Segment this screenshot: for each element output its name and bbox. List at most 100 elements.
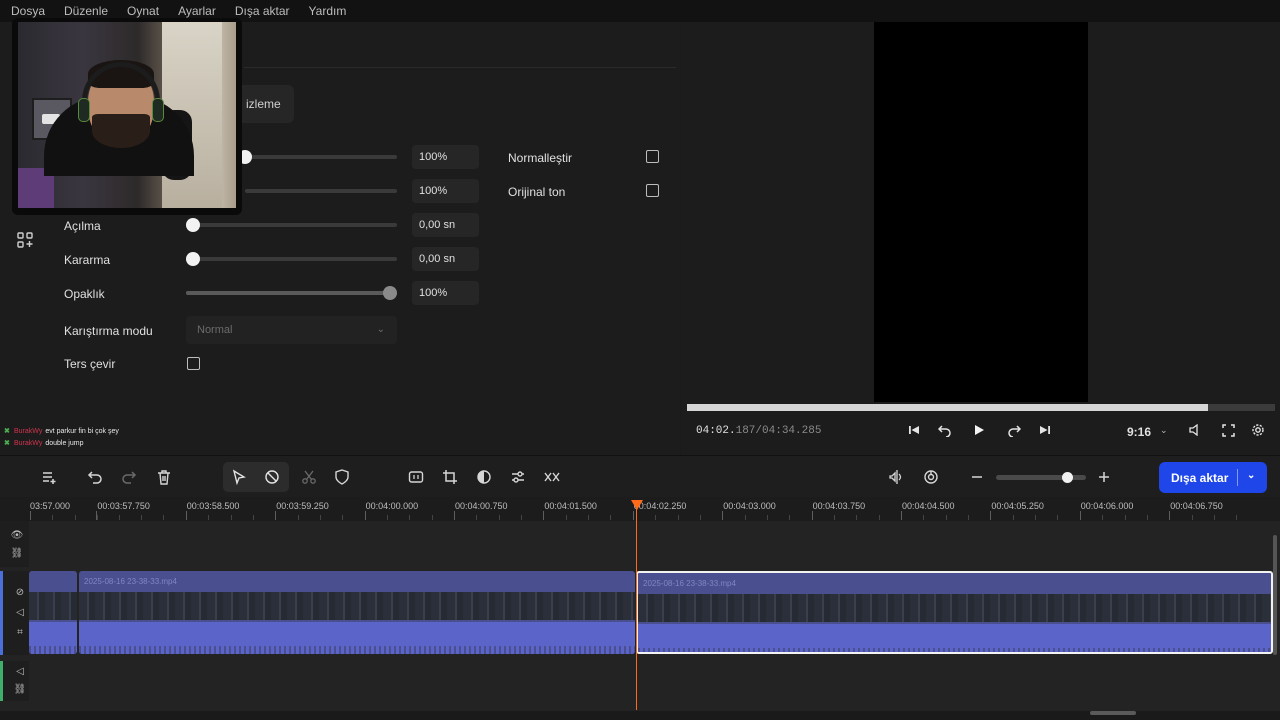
zoom-in-icon[interactable] (1095, 468, 1113, 486)
timeline-clip-selected[interactable]: 2025-08-16 23-38-33.mp4 (636, 571, 1273, 654)
chat-badge-icon: ✖ (4, 440, 10, 447)
blend-mode-select[interactable]: Normal ⌄ (186, 316, 397, 344)
ruler-minor-tick (74, 515, 76, 520)
original-tone-checkbox[interactable] (646, 184, 659, 197)
undo-step-icon[interactable] (937, 422, 953, 438)
add-track-icon[interactable] (40, 468, 58, 486)
chevron-down-icon[interactable]: ⌄ (1160, 425, 1168, 436)
speaker-icon[interactable]: ◁ (14, 606, 26, 618)
ruler-minor-tick (52, 515, 54, 520)
chat-user: BurakWy (14, 440, 43, 447)
eye-icon[interactable]: 👁 (11, 529, 24, 541)
ruler-tick-label: 00:04:06.750 (1170, 501, 1223, 511)
ruler-minor-tick (588, 515, 590, 520)
caption-icon[interactable] (407, 468, 425, 486)
menu-dosya[interactable]: Dosya (11, 4, 45, 18)
redo-icon[interactable] (120, 468, 138, 486)
skip-forward-icon[interactable] (1037, 422, 1053, 438)
crop-icon[interactable] (441, 468, 459, 486)
color-icon[interactable] (475, 468, 493, 486)
timecode-main: 04:02. (696, 425, 736, 437)
export-button[interactable]: Dışa aktar ⌄ (1159, 462, 1267, 493)
track-header-audio: ◁ ⛓ (0, 661, 29, 701)
transition-icon[interactable] (543, 468, 561, 486)
menu-disa-aktar[interactable]: Dışa aktar (235, 4, 290, 18)
playhead-handle[interactable] (631, 500, 643, 510)
video-preview[interactable] (874, 22, 1088, 402)
speaker-icon[interactable]: ◁ (14, 665, 26, 677)
fade-out-knob[interactable] (186, 252, 200, 266)
fade-out-slider[interactable] (186, 252, 397, 266)
clip-waveform (29, 646, 77, 654)
fade-out-value[interactable]: 0,00 sn (412, 247, 479, 271)
add-widget-icon[interactable] (17, 232, 33, 248)
menu-duzenle[interactable]: Düzenle (64, 4, 108, 18)
ruler-minor-tick (1191, 515, 1193, 520)
ruler-minor-tick (163, 515, 165, 520)
ruler-minor-tick (386, 515, 388, 520)
split-audio-icon[interactable] (888, 468, 906, 486)
ruler-minor-tick (230, 515, 232, 520)
timeline-clip[interactable]: 2025-08-16 23-38-33.mp4 (79, 571, 635, 654)
zoom-slider[interactable] (996, 472, 1086, 483)
timeline-clip[interactable] (29, 571, 77, 654)
chevron-down-icon[interactable]: ⌄ (1247, 470, 1255, 481)
shield-icon[interactable] (333, 468, 351, 486)
link-icon[interactable]: ⛓ (11, 547, 24, 559)
settings-gear-icon[interactable] (1250, 422, 1266, 438)
preview-button[interactable]: izleme (236, 85, 294, 123)
blend-mode-label: Karıştırma modu (64, 324, 153, 338)
ruler-minor-tick (521, 515, 523, 520)
link-icon[interactable]: ⛓ (14, 683, 27, 695)
redo-step-icon[interactable] (1006, 422, 1022, 438)
normalize-checkbox[interactable] (646, 150, 659, 163)
menu-oynat[interactable]: Oynat (127, 4, 159, 18)
menu-yardim[interactable]: Yardım (309, 4, 347, 18)
adjust-icon[interactable] (509, 468, 527, 486)
speed-value[interactable]: 100% (412, 179, 479, 203)
clip-waveform (638, 648, 1271, 652)
fade-in-slider[interactable] (186, 218, 397, 232)
fade-in-knob[interactable] (186, 218, 200, 232)
opacity-slider[interactable] (186, 286, 397, 300)
ruler-minor-tick (141, 515, 143, 520)
undo-icon[interactable] (86, 468, 104, 486)
magnet-snap-icon[interactable] (922, 468, 940, 486)
lock-icon[interactable]: ⌗ (14, 626, 26, 638)
ruler-minor-tick (409, 515, 411, 520)
chat-message: ✖ BurakWy double jump (4, 438, 119, 450)
play-icon[interactable] (971, 422, 987, 438)
ruler-minor-tick (319, 515, 321, 520)
disable-icon[interactable] (263, 468, 281, 486)
trash-icon[interactable] (155, 468, 173, 486)
scissors-icon[interactable] (300, 468, 318, 486)
ruler-tick-label: 00:04:04.500 (902, 501, 955, 511)
volume-icon[interactable] (1187, 422, 1203, 438)
volume-value[interactable]: 100% (412, 145, 479, 169)
ruler-minor-tick (1236, 515, 1238, 520)
playback-progress[interactable] (687, 404, 1275, 411)
ruler-minor-tick (342, 515, 344, 520)
zoom-slider-knob[interactable] (1062, 472, 1073, 483)
opacity-value[interactable]: 100% (412, 281, 479, 305)
headset-earcup-right (152, 98, 164, 122)
aspect-ratio-select[interactable]: 9:16 (1127, 425, 1151, 439)
fullscreen-icon[interactable] (1220, 422, 1236, 438)
fade-in-value[interactable]: 0,00 sn (412, 213, 479, 237)
ruler-tick (185, 511, 187, 520)
original-tone-label: Orijinal ton (508, 185, 566, 199)
horizontal-scrollbar[interactable] (1090, 711, 1136, 715)
reverse-checkbox[interactable] (187, 357, 200, 370)
ruler-minor-tick (968, 515, 970, 520)
vertical-scrollbar[interactable] (1273, 535, 1277, 655)
playhead[interactable] (636, 500, 637, 710)
opacity-knob[interactable] (383, 286, 397, 300)
hide-icon[interactable]: ⊘ (14, 586, 26, 598)
menu-ayarlar[interactable]: Ayarlar (178, 4, 216, 18)
zoom-out-icon[interactable] (968, 468, 986, 486)
volume-slider[interactable] (238, 150, 397, 164)
chevron-down-icon: ⌄ (376, 324, 385, 335)
speed-slider[interactable] (245, 189, 397, 193)
select-arrow-icon[interactable] (230, 468, 248, 486)
skip-back-icon[interactable] (906, 422, 922, 438)
